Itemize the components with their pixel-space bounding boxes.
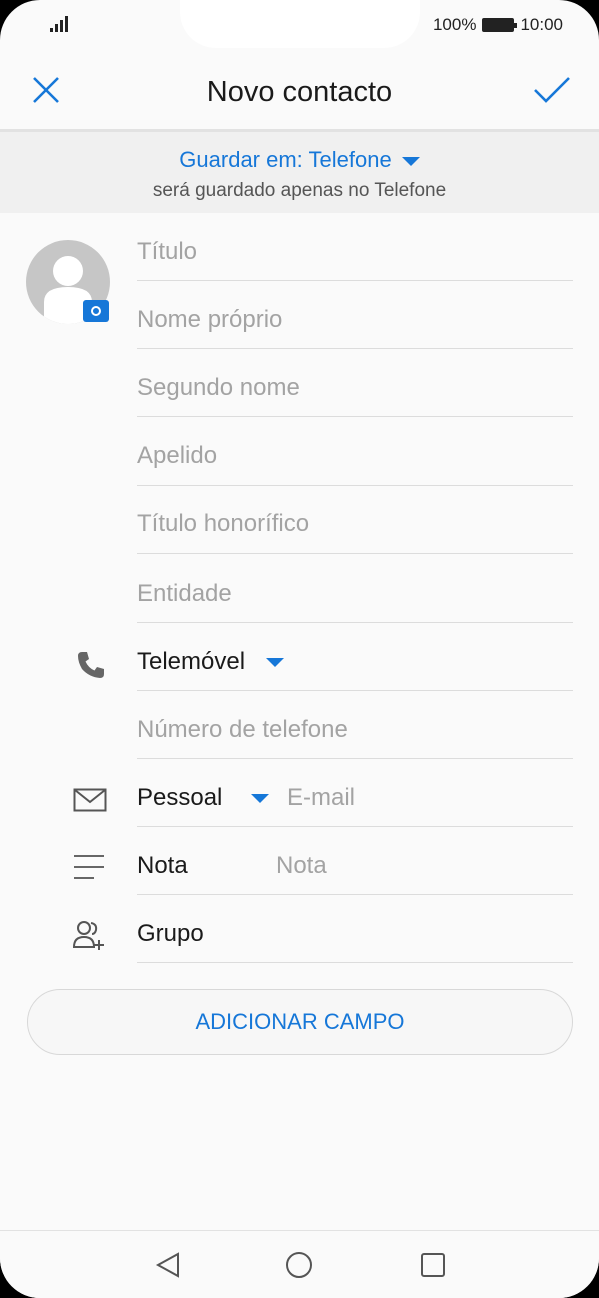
phone-number-input[interactable]	[137, 716, 573, 744]
last-name-input[interactable]	[137, 442, 573, 470]
note-row[interactable]: Nota	[137, 852, 573, 895]
app-header: Novo contacto	[0, 50, 599, 130]
title-input[interactable]	[137, 238, 573, 266]
status-right: 100% 10:00	[433, 14, 563, 36]
note-icon	[74, 855, 104, 879]
phone-number-field[interactable]	[137, 716, 573, 759]
status-bar: 100% 10:00	[0, 0, 599, 50]
signal-icon	[50, 14, 70, 32]
save-location-subtitle: será guardado apenas no Telefone	[152, 180, 447, 201]
first-name-input[interactable]	[137, 306, 573, 334]
camera-notch	[180, 0, 420, 48]
battery-percent: 100%	[432, 15, 477, 34]
title-field[interactable]	[137, 238, 573, 281]
group-label: Grupo	[137, 920, 204, 947]
honorific-field[interactable]	[137, 510, 573, 554]
home-icon[interactable]	[285, 1251, 313, 1279]
email-row[interactable]: Pessoal	[137, 784, 573, 827]
recents-icon[interactable]	[420, 1252, 446, 1278]
phone-icon	[78, 652, 104, 678]
dropdown-arrow-icon	[265, 658, 284, 668]
clock: 10:00	[520, 15, 563, 34]
company-field[interactable]	[137, 580, 573, 623]
save-location-label: Guardar em: Telefone	[179, 147, 392, 172]
check-icon[interactable]	[533, 74, 571, 106]
note-label: Nota	[137, 852, 188, 879]
add-group-icon	[72, 921, 104, 950]
phone-type-selector[interactable]: Telemóvel	[137, 648, 573, 691]
add-field-button[interactable]: ADICIONAR CAMPO	[27, 989, 573, 1055]
dropdown-arrow-icon	[401, 156, 420, 166]
honorific-input[interactable]	[137, 510, 573, 538]
company-input[interactable]	[137, 580, 573, 608]
note-input[interactable]	[276, 852, 566, 880]
battery-icon	[482, 18, 518, 32]
save-location-band: Guardar em: Telefone será guardado apena…	[0, 132, 599, 213]
first-name-field[interactable]	[137, 306, 573, 349]
navigation-bar	[0, 1231, 599, 1298]
group-row[interactable]: Grupo	[137, 920, 573, 963]
camera-icon[interactable]	[83, 300, 109, 322]
email-type-label[interactable]: Pessoal	[137, 784, 222, 811]
middle-name-field[interactable]	[137, 374, 573, 417]
phone-type-label: Telemóvel	[137, 648, 246, 675]
middle-name-input[interactable]	[137, 374, 573, 402]
email-input[interactable]	[287, 784, 567, 812]
screen: 100% 10:00 Novo contacto Guardar em: Tel…	[0, 0, 599, 1298]
save-location-selector[interactable]: Guardar em: Telefone	[0, 147, 599, 173]
mail-icon	[73, 788, 107, 812]
last-name-field[interactable]	[137, 442, 573, 486]
dropdown-arrow-icon[interactable]	[251, 794, 270, 804]
back-icon[interactable]	[154, 1251, 182, 1279]
page-title: Novo contacto	[206, 76, 393, 108]
